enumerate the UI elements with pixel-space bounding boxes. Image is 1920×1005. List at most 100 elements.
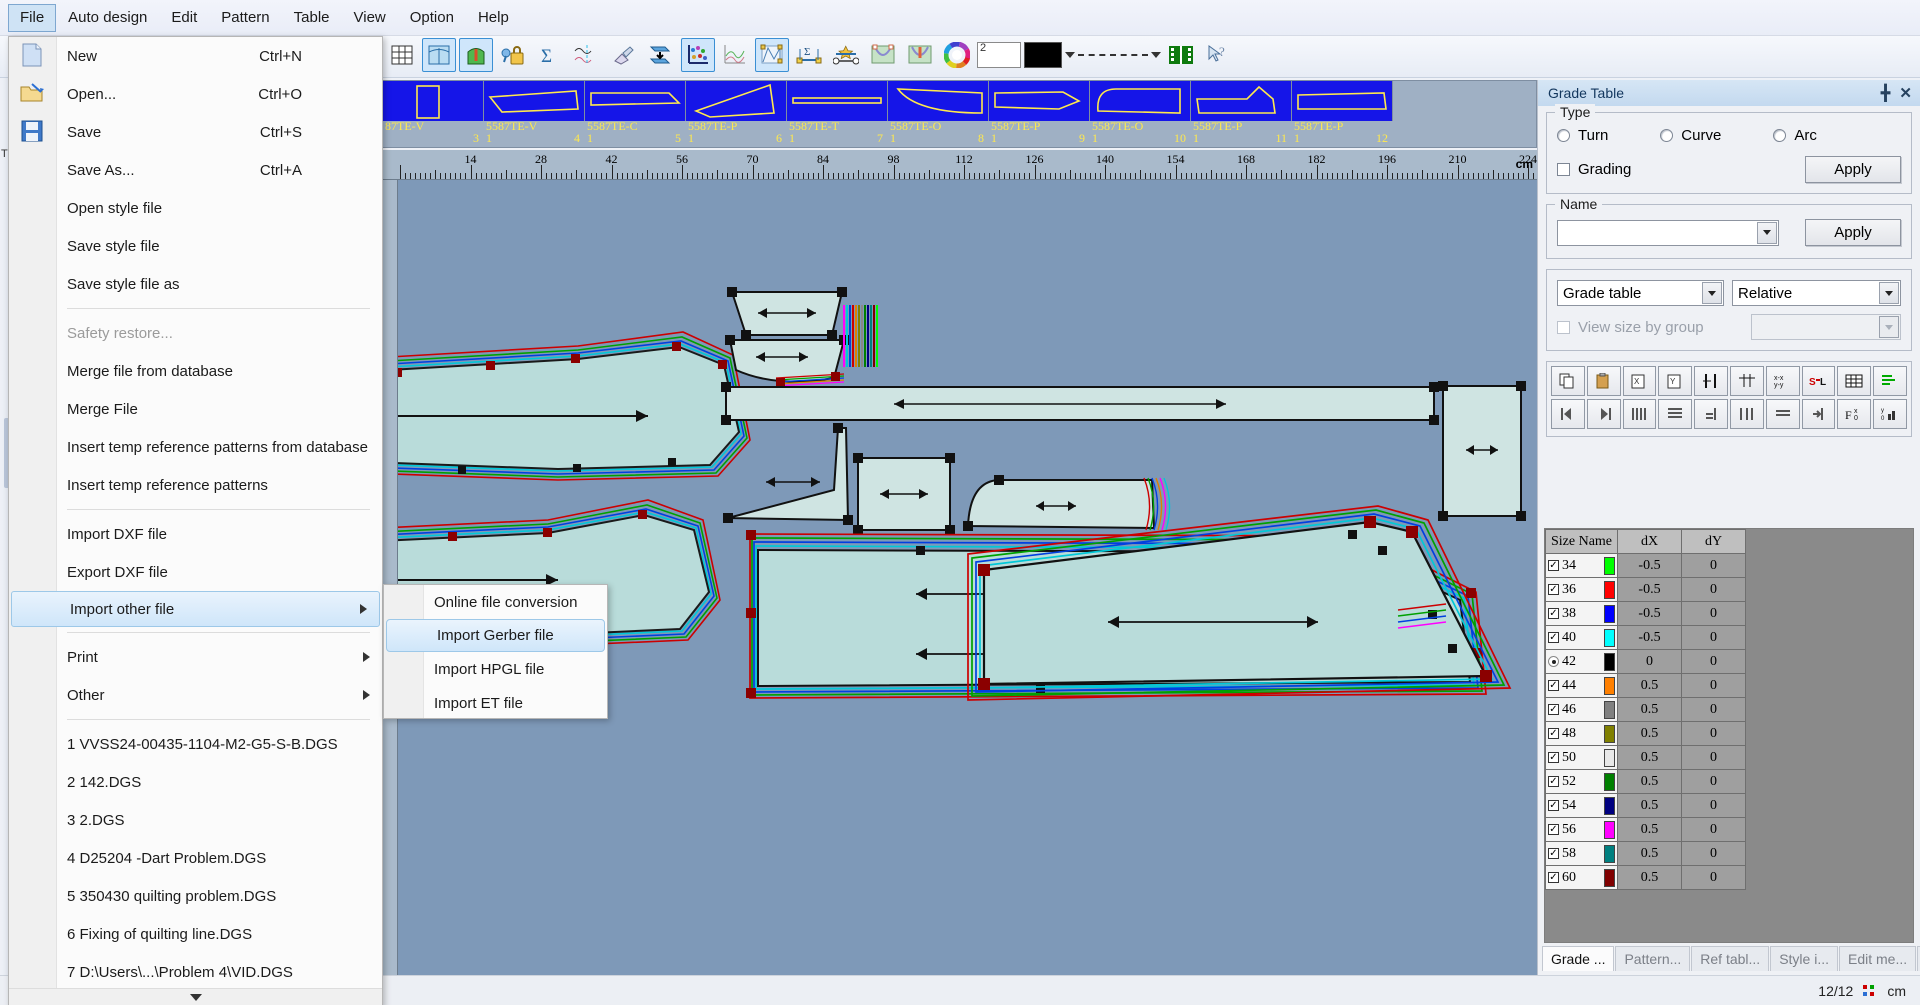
pattern-piece-strip[interactable]: 87TE-V 3 5587TE-V 1 4 5587TE-C 1 5 5587TE-P 1 6 558…	[382, 80, 1537, 148]
size-dy-cell[interactable]: 0	[1681, 553, 1746, 578]
size-dy-cell[interactable]: 0	[1681, 697, 1746, 722]
size-dx-cell[interactable]: 0.5	[1617, 673, 1682, 698]
pattern-piece-tab[interactable]: 5587TE-O 1 10	[1090, 81, 1191, 147]
size-name-cell[interactable]: ✓ 48	[1545, 721, 1618, 746]
pattern-piece-tab[interactable]: 5587TE-P 1 12	[1292, 81, 1393, 147]
panel-tab-edit-me[interactable]: Edit me...	[1839, 946, 1917, 971]
size-dy-cell[interactable]: 0	[1681, 769, 1746, 794]
size-checkbox[interactable]: ✓	[1548, 583, 1559, 595]
submenu-item-import-hpgl-file[interactable]: Import HPGL file	[384, 652, 607, 686]
name-combo[interactable]	[1557, 219, 1779, 246]
size-table-row[interactable]: ✓ 56 0.5 0	[1545, 817, 1746, 842]
pin-icon[interactable]: ╋	[1881, 84, 1890, 102]
brush-icon[interactable]	[607, 38, 641, 72]
file-menu-item-export-dxf-file[interactable]: Export DXF file	[9, 553, 382, 591]
size-checkbox[interactable]: ✓	[1548, 847, 1559, 859]
panel-tab-ref-tabl[interactable]: Ref tabl...	[1691, 946, 1770, 971]
size-dx-cell[interactable]: -0.5	[1617, 577, 1682, 602]
panel-tabs[interactable]: Grade ... Pattern... Ref tabl... Style i...…	[1542, 945, 1920, 971]
pattern-piece-icon[interactable]	[459, 38, 493, 72]
size-base-radio[interactable]	[1548, 655, 1559, 667]
radio-arc-dot[interactable]	[1773, 129, 1787, 142]
file-menu-item-merge-file-from-database[interactable]: Merge file from database	[9, 352, 382, 390]
file-menu-item-4-d25204-dart-problem-dgs[interactable]: 4 D25204 -Dart Problem.DGS	[9, 839, 382, 877]
star-measure-icon[interactable]	[829, 38, 863, 72]
formula-y-icon[interactable]: y0	[1873, 399, 1907, 429]
indent-right-icon[interactable]	[1694, 399, 1728, 429]
value-mode-arrow[interactable]	[1879, 282, 1899, 304]
file-menu-item-5-350430-quilting-problem-dgs[interactable]: 5 350430 quilting problem.DGS	[9, 877, 382, 915]
size-name-cell[interactable]: ✓ 50	[1545, 745, 1618, 770]
size-checkbox[interactable]: ✓	[1548, 751, 1559, 763]
size-table[interactable]: Size Name dX dY ✓ 34 -0.5 0 ✓ 36 -0.5 0 ✓ 38 -0.5 0…	[1545, 529, 1746, 890]
size-name-cell[interactable]: ✓ 36	[1545, 577, 1618, 602]
radio-arc[interactable]: Arc	[1773, 127, 1817, 144]
grading-checkbox[interactable]	[1557, 163, 1570, 176]
size-checkbox[interactable]: ✓	[1548, 871, 1559, 883]
menu-table[interactable]: Table	[282, 4, 342, 32]
table-mode-combo[interactable]: Grade table	[1557, 280, 1725, 306]
size-name-cell[interactable]: ✓ 46	[1545, 697, 1618, 722]
size-dx-cell[interactable]: 0.5	[1617, 721, 1682, 746]
file-menu-item-insert-temp-reference-patterns-from-database[interactable]: Insert temp reference patterns from data…	[9, 428, 382, 466]
menu-edit[interactable]: Edit	[159, 4, 209, 32]
pattern-window-icon[interactable]	[422, 38, 456, 72]
line-color-swatch[interactable]	[1024, 42, 1062, 68]
indent-arrow-icon[interactable]	[1801, 399, 1836, 429]
size-table-row[interactable]: ✓ 36 -0.5 0	[1545, 577, 1746, 602]
copy-table-icon[interactable]: X	[1622, 366, 1657, 396]
size-name-cell[interactable]: ✓ 54	[1545, 793, 1618, 818]
curve-notch-icon[interactable]	[866, 38, 900, 72]
menu-option[interactable]: Option	[398, 4, 466, 32]
size-dy-cell[interactable]: 0	[1681, 865, 1746, 890]
size-dy-cell[interactable]: 0	[1681, 793, 1746, 818]
apply-name-button[interactable]: Apply	[1805, 219, 1901, 246]
pattern-piece-tab[interactable]: 5587TE-C 1 5	[585, 81, 686, 147]
dart-notch-icon[interactable]	[903, 38, 937, 72]
size-dx-cell[interactable]: 0.5	[1617, 841, 1682, 866]
size-dx-cell[interactable]: 0.5	[1617, 769, 1682, 794]
size-table-row[interactable]: ✓ 54 0.5 0	[1545, 793, 1746, 818]
size-dx-cell[interactable]: -0.5	[1617, 601, 1682, 626]
size-name-cell[interactable]: ✓ 38	[1545, 601, 1618, 626]
size-name-cell[interactable]: ✓ 44	[1545, 673, 1618, 698]
merge-pieces-icon[interactable]	[644, 38, 678, 72]
color-wheel-icon[interactable]	[940, 38, 974, 72]
file-menu-popup[interactable]: New Ctrl+N Open... Ctrl+O Save Ctrl+S Save As.…	[8, 36, 383, 1005]
radio-curve[interactable]: Curve	[1660, 127, 1721, 144]
size-checkbox[interactable]: ✓	[1548, 727, 1559, 739]
size-dy-cell[interactable]: 0	[1681, 745, 1746, 770]
size-table-row[interactable]: ✓ 40 -0.5 0	[1545, 625, 1746, 650]
file-menu-item-open[interactable]: Open... Ctrl+O	[9, 75, 382, 113]
submenu-item-online-file-conversion[interactable]: Online file conversion	[384, 585, 607, 619]
pattern-canvas[interactable]	[398, 180, 1537, 980]
size-table-row[interactable]: ✓ 52 0.5 0	[1545, 769, 1746, 794]
size-dx-cell[interactable]: 0.5	[1617, 697, 1682, 722]
size-name-cell[interactable]: ✓ 60	[1545, 865, 1618, 890]
size-table-row[interactable]: ✓ 60 0.5 0	[1545, 865, 1746, 890]
pattern-piece-tab[interactable]: 5587TE-T 1 7	[787, 81, 888, 147]
rows-equal-icon[interactable]	[1765, 399, 1800, 429]
file-menu-item-3-2-dgs[interactable]: 3 2.DGS	[9, 801, 382, 839]
menu-auto-design[interactable]: Auto design	[56, 4, 159, 32]
size-checkbox[interactable]: ✓	[1548, 679, 1559, 691]
apply-type-button[interactable]: Apply	[1805, 156, 1901, 183]
curve-chart-icon[interactable]	[718, 38, 752, 72]
formula-x-icon[interactable]: Fx0	[1837, 399, 1872, 429]
menu-file[interactable]: File	[8, 3, 57, 32]
size-table-container[interactable]: Size Name dX dY ✓ 34 -0.5 0 ✓ 36 -0.5 0 ✓ 38 -0.5 0…	[1544, 528, 1914, 943]
file-menu-item-1-vvss24-00435-1104-m2-g5-s-b-dgs[interactable]: 1 VVSS24-00435-1104-M2-G5-S-B.DGS	[9, 725, 382, 763]
size-name-cell[interactable]: ✓ 34	[1545, 553, 1618, 578]
sum-measure-icon[interactable]: Σ	[792, 38, 826, 72]
size-name-cell[interactable]: ✓ 56	[1545, 817, 1618, 842]
size-dy-cell[interactable]: 0	[1681, 673, 1746, 698]
size-table-row[interactable]: ✓ 48 0.5 0	[1545, 721, 1746, 746]
name-combo-arrow[interactable]	[1757, 221, 1777, 244]
sl-icon[interactable]: SL	[1801, 366, 1836, 396]
file-menu-item-merge-file[interactable]: Merge File	[9, 390, 382, 428]
paste-icon[interactable]	[1586, 366, 1621, 396]
file-menu-item-save[interactable]: Save Ctrl+S	[9, 113, 382, 151]
file-menu-item-6-fixing-of-quilting-line-dgs[interactable]: 6 Fixing of quilting line.DGS	[9, 915, 382, 953]
radio-turn[interactable]: Turn	[1557, 127, 1608, 144]
curve-split-icon[interactable]	[570, 38, 604, 72]
